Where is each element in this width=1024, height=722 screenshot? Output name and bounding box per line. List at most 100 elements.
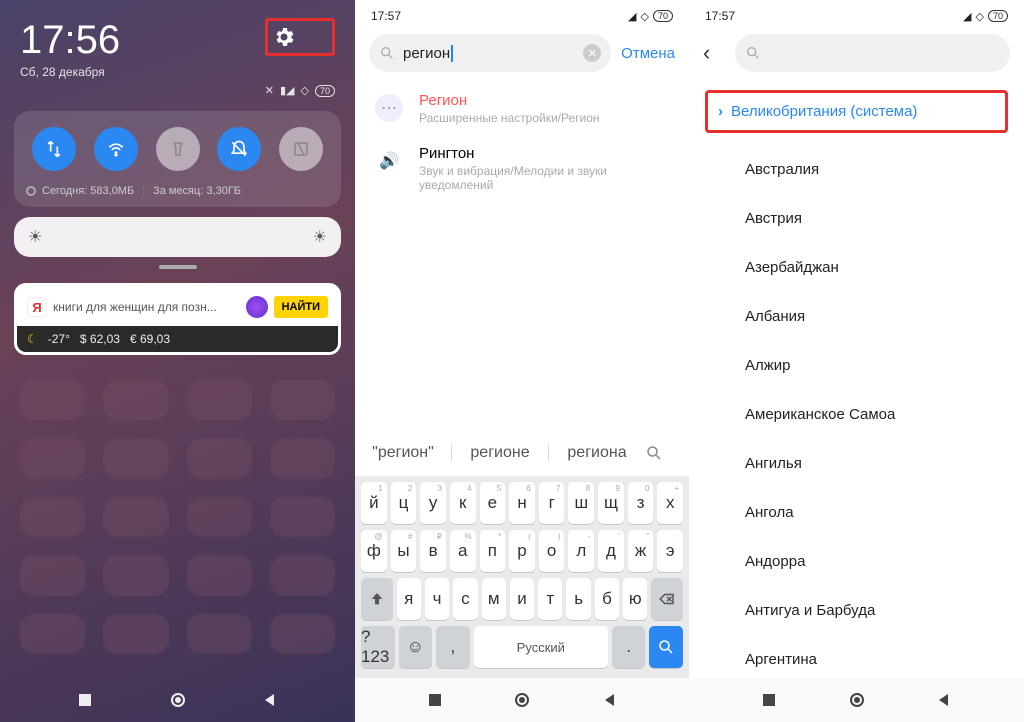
gear-icon[interactable] (272, 25, 296, 49)
search-input[interactable]: регион ✕ (369, 34, 611, 72)
key-ц[interactable]: ц2 (391, 482, 417, 524)
toggle-data[interactable] (32, 127, 76, 171)
wifi-icon: ◇ (641, 10, 649, 23)
key-х[interactable]: х+ (657, 482, 683, 524)
back-button[interactable]: ‹ (703, 40, 725, 66)
key-м[interactable]: м (482, 578, 506, 620)
wifi-icon: ◇ (301, 84, 309, 97)
key-ы[interactable]: ы# (391, 530, 417, 572)
key-ж[interactable]: ж" (628, 530, 654, 572)
toggle-wifi[interactable] (94, 127, 138, 171)
yandex-widget[interactable]: Я книги для женщин для позн... НАЙТИ ☾ -… (14, 283, 341, 355)
country-item[interactable]: Антигуа и Барбуда (689, 586, 1024, 635)
country-list: АвстралияАвстрияАзербайджанАлбанияАлжирА… (689, 145, 1024, 684)
nav-home-icon[interactable] (514, 692, 530, 708)
key-к[interactable]: к4 (450, 482, 476, 524)
key-ч[interactable]: ч (425, 578, 449, 620)
clear-icon[interactable]: ✕ (583, 44, 601, 62)
alice-icon[interactable] (246, 296, 268, 318)
suggestion[interactable]: регионе (452, 444, 549, 462)
key-е[interactable]: е5 (480, 482, 506, 524)
country-item[interactable]: Азербайджан (689, 243, 1024, 292)
key-о[interactable]: о) (539, 530, 565, 572)
battery-pill: 70 (988, 10, 1008, 22)
search-icon (379, 45, 395, 61)
toggle-flashlight[interactable] (156, 127, 200, 171)
country-item[interactable]: Австралия (689, 145, 1024, 194)
key-ш[interactable]: ш8 (568, 482, 594, 524)
status-bar: 17:57 ◢ ◇ 70 (355, 0, 689, 28)
cancel-button[interactable]: Отмена (621, 45, 675, 62)
moon-icon: ☾ (27, 332, 38, 346)
search-input[interactable] (735, 34, 1010, 72)
suggestion[interactable]: региона (549, 444, 645, 462)
quick-toggles-card: Сегодня: 583,0МБ | За месяц: 3,30ГБ (14, 111, 341, 207)
blurred-apps (0, 360, 355, 674)
key-ю[interactable]: ю (623, 578, 647, 620)
result-ringtone[interactable]: 🔊 Рингтон Звук и вибрация/Мелодии и звук… (355, 135, 689, 202)
key-н[interactable]: н6 (509, 482, 535, 524)
key-space[interactable]: Русский (474, 626, 608, 668)
key-я[interactable]: я (397, 578, 421, 620)
country-item[interactable]: Ангилья (689, 439, 1024, 488)
search-value: регион (403, 45, 453, 62)
key-д[interactable]: д' (598, 530, 624, 572)
key-э[interactable]: э: (657, 530, 683, 572)
signal-icon: ▮◢ (280, 84, 295, 97)
result-region[interactable]: ⋯ Регион Расширенные настройки/Регион (355, 82, 689, 135)
key-в[interactable]: в₽ (420, 530, 446, 572)
country-item[interactable]: Ангола (689, 488, 1024, 537)
key-щ[interactable]: щ9 (598, 482, 624, 524)
key-comma[interactable]: , (436, 626, 470, 668)
toggle-mute[interactable] (217, 127, 261, 171)
key-emoji[interactable]: ☺ (399, 626, 433, 668)
signal-icon: ◢ (963, 10, 971, 23)
wifi-icon: ◇ (976, 10, 984, 23)
search-icon[interactable] (645, 444, 689, 462)
nav-back-icon[interactable] (262, 692, 278, 708)
key-numbers[interactable]: ?123 (361, 626, 395, 668)
key-т[interactable]: т (538, 578, 562, 620)
key-period[interactable]: . (612, 626, 646, 668)
result-title: Регион (419, 92, 600, 109)
nav-back-icon[interactable] (936, 692, 952, 708)
key-ь[interactable]: ь (566, 578, 590, 620)
clock: 17:56 (20, 18, 120, 63)
nav-home-icon[interactable] (849, 692, 865, 708)
find-button[interactable]: НАЙТИ (274, 296, 328, 318)
key-и[interactable]: и (510, 578, 534, 620)
key-у[interactable]: у3 (420, 482, 446, 524)
country-item[interactable]: Албания (689, 292, 1024, 341)
country-item[interactable]: Аргентина (689, 635, 1024, 684)
country-item[interactable]: Американское Самоа (689, 390, 1024, 439)
key-ф[interactable]: ф@ (361, 530, 387, 572)
key-л[interactable]: л- (568, 530, 594, 572)
status-icons: ✕ ▮◢ ◇ 70 (265, 84, 335, 97)
key-г[interactable]: г7 (539, 482, 565, 524)
key-а[interactable]: а% (450, 530, 476, 572)
country-item[interactable]: Австрия (689, 194, 1024, 243)
country-item[interactable]: Андорра (689, 537, 1024, 586)
key-й[interactable]: й1 (361, 482, 387, 524)
nav-home-icon[interactable] (170, 692, 186, 708)
toggle-screenshot[interactable] (279, 127, 323, 171)
sound-icon: 🔊 (375, 147, 403, 175)
key-п[interactable]: п* (480, 530, 506, 572)
key-shift[interactable] (361, 578, 393, 620)
data-usage-row[interactable]: Сегодня: 583,0МБ | За месяц: 3,30ГБ (26, 185, 329, 197)
key-з[interactable]: з0 (628, 482, 654, 524)
nav-recent-icon[interactable] (761, 692, 777, 708)
nav-recent-icon[interactable] (427, 692, 443, 708)
key-б[interactable]: б (595, 578, 619, 620)
suggestion[interactable]: "регион" (355, 444, 452, 462)
selected-region-highlight[interactable]: › Великобритания (система) (705, 90, 1008, 133)
key-enter[interactable] (649, 626, 683, 668)
nav-recent-icon[interactable] (77, 692, 93, 708)
country-item[interactable]: Алжир (689, 341, 1024, 390)
nav-back-icon[interactable] (602, 692, 618, 708)
drag-handle[interactable] (159, 265, 197, 269)
key-с[interactable]: с (453, 578, 477, 620)
brightness-slider[interactable]: ☀ ☀ (14, 217, 341, 257)
key-р[interactable]: р( (509, 530, 535, 572)
key-backspace[interactable] (651, 578, 683, 620)
